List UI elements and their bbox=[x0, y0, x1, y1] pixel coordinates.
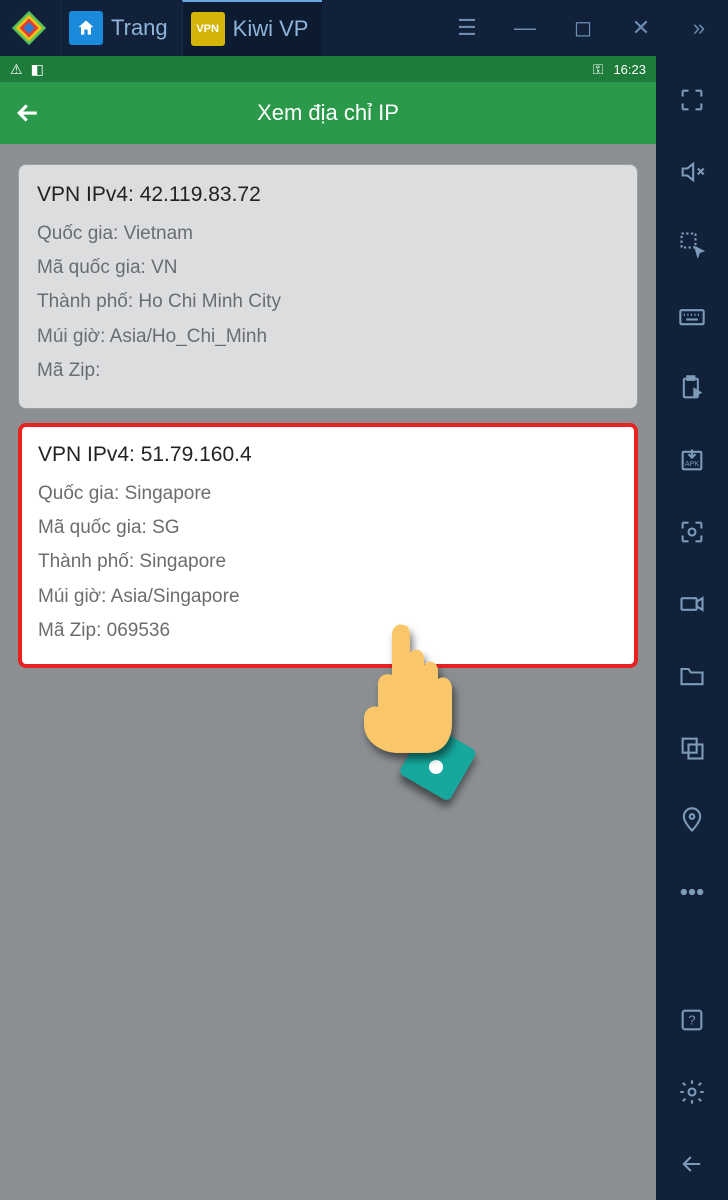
card-row: Mã quốc gia: SG bbox=[38, 511, 618, 545]
svg-text:?: ? bbox=[688, 1013, 695, 1028]
card-row: Múi giờ: Asia/Ho_Chi_Minh bbox=[37, 320, 619, 354]
card-row: Mã quốc gia: VN bbox=[37, 251, 619, 285]
bluestacks-logo bbox=[8, 7, 50, 49]
location-icon[interactable] bbox=[672, 790, 712, 850]
emulator-viewport: ⚠ ◧ ⚿ 16:23 Xem địa chỉ IP VPN IPv4: 42.… bbox=[0, 56, 656, 1200]
camera-icon[interactable] bbox=[672, 502, 712, 562]
tab-home-label: Trang bbox=[111, 15, 168, 41]
settings-icon[interactable] bbox=[672, 1062, 712, 1122]
card-row: Thành phố: Ho Chi Minh City bbox=[37, 285, 619, 319]
keyboard-icon[interactable] bbox=[672, 286, 712, 346]
card-row: Mã Zip: bbox=[37, 354, 619, 388]
card-heading: VPN IPv4: 42.119.83.72 bbox=[37, 183, 619, 207]
home-icon bbox=[69, 11, 103, 45]
folder-icon[interactable] bbox=[672, 646, 712, 706]
close-button[interactable]: ✕ bbox=[612, 0, 670, 56]
card-row: Múi giờ: Asia/Singapore bbox=[38, 580, 618, 614]
help-icon[interactable]: ? bbox=[672, 990, 712, 1050]
warning-icon: ⚠ bbox=[10, 61, 23, 78]
card-heading: VPN IPv4: 51.79.160.4 bbox=[38, 443, 618, 467]
minimize-button[interactable]: — bbox=[496, 0, 554, 56]
apk-icon[interactable]: APK bbox=[672, 430, 712, 490]
maximize-button[interactable]: ◻ bbox=[554, 0, 612, 56]
hamburger-icon[interactable]: ☰ bbox=[438, 0, 496, 56]
card-row: Quốc gia: Vietnam bbox=[37, 217, 619, 251]
tab-home[interactable]: Trang bbox=[60, 0, 182, 56]
more-icon[interactable] bbox=[672, 862, 712, 922]
window-controls: ☰ — ◻ ✕ » bbox=[438, 0, 728, 56]
video-icon[interactable] bbox=[672, 574, 712, 634]
copy-icon[interactable] bbox=[672, 718, 712, 778]
ip-card-vietnam[interactable]: VPN IPv4: 42.119.83.72 Quốc gia: Vietnam… bbox=[18, 164, 638, 409]
bluestacks-sidebar: APK ? bbox=[656, 56, 728, 1200]
ip-card-singapore[interactable]: VPN IPv4: 51.79.160.4 Quốc gia: Singapor… bbox=[18, 423, 638, 668]
square-icon: ◧ bbox=[31, 61, 44, 78]
svg-text:APK: APK bbox=[685, 461, 699, 468]
fullscreen-icon[interactable] bbox=[672, 70, 712, 130]
titlebar: Trang VPN Kiwi VP ☰ — ◻ ✕ » bbox=[0, 0, 728, 56]
card-row: Thành phố: Singapore bbox=[38, 545, 618, 579]
card-row: Quốc gia: Singapore bbox=[38, 477, 618, 511]
volume-mute-icon[interactable] bbox=[672, 142, 712, 202]
app-icon: VPN bbox=[191, 12, 225, 46]
vpn-key-icon: ⚿ bbox=[593, 61, 604, 78]
collapse-sidebar-icon[interactable]: » bbox=[670, 0, 728, 56]
tab-app-label: Kiwi VP bbox=[233, 16, 309, 42]
app-header: Xem địa chỉ IP bbox=[0, 82, 656, 144]
page-title: Xem địa chỉ IP bbox=[8, 100, 648, 126]
status-time: 16:23 bbox=[613, 62, 646, 77]
select-icon[interactable] bbox=[672, 214, 712, 274]
app-body: VPN IPv4: 42.119.83.72 Quốc gia: Vietnam… bbox=[0, 144, 656, 1200]
back-icon[interactable] bbox=[672, 1134, 712, 1194]
tab-app[interactable]: VPN Kiwi VP bbox=[182, 0, 323, 56]
android-status-bar: ⚠ ◧ ⚿ 16:23 bbox=[0, 56, 656, 82]
clipboard-play-icon[interactable] bbox=[672, 358, 712, 418]
card-row: Mã Zip: 069536 bbox=[38, 614, 618, 648]
